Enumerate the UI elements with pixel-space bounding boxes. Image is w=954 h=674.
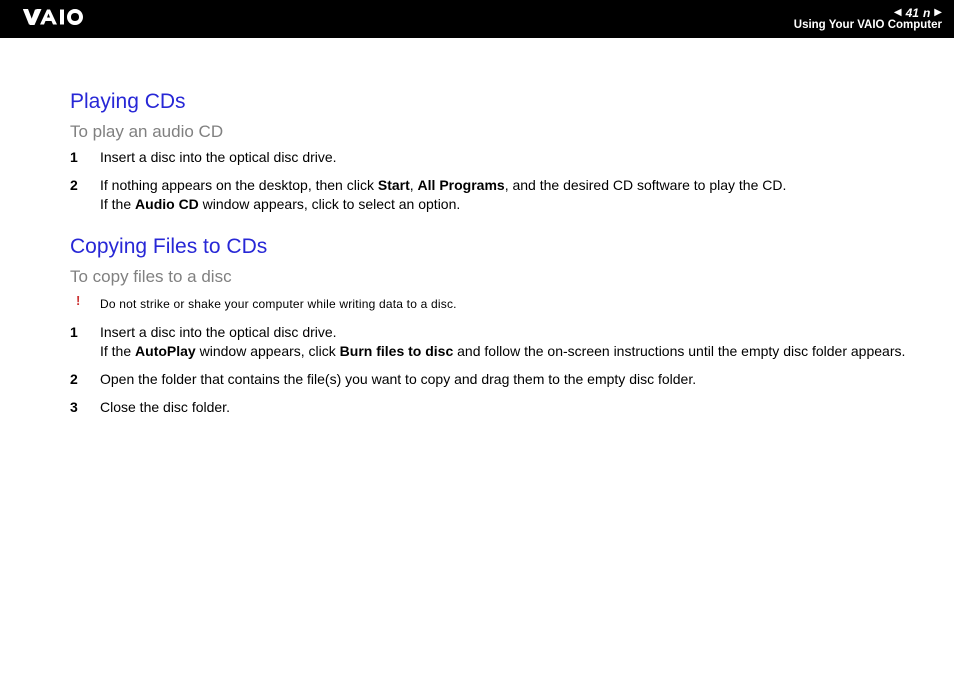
list-item: Close the disc folder. (70, 398, 930, 418)
step-text: Open the folder that contains the file(s… (100, 370, 930, 390)
header-right: ◀ 41 n ▶ Using Your VAIO Computer (794, 7, 942, 32)
step-text: Insert a disc into the optical disc driv… (100, 148, 930, 168)
vaio-logo (18, 8, 128, 31)
warning-block: ! Do not strike or shake your computer w… (70, 295, 930, 313)
nav-next-icon[interactable]: ▶ (934, 8, 942, 18)
list-item: Insert a disc into the optical disc driv… (70, 148, 930, 168)
step-text: If the AutoPlay window appears, click Bu… (100, 342, 930, 362)
step-text: If the Audio CD window appears, click to… (100, 195, 930, 215)
list-item: If nothing appears on the desktop, then … (70, 176, 930, 215)
copying-steps: Insert a disc into the optical disc driv… (70, 323, 930, 417)
content-area: Playing CDs To play an audio CD Insert a… (0, 38, 954, 417)
warning-icon: ! (76, 293, 80, 308)
subsection-title-copy: To copy files to a disc (70, 267, 930, 287)
list-item: Insert a disc into the optical disc driv… (70, 323, 930, 362)
step-text: If nothing appears on the desktop, then … (100, 176, 930, 196)
page-number: 41 (906, 7, 919, 19)
header-bar: ◀ 41 n ▶ Using Your VAIO Computer (0, 0, 954, 38)
page-nav: ◀ 41 n ▶ (894, 7, 942, 19)
section-title-playing: Playing CDs (70, 90, 930, 114)
header-subtitle: Using Your VAIO Computer (794, 20, 942, 32)
list-item: Open the folder that contains the file(s… (70, 370, 930, 390)
step-text: Close the disc folder. (100, 398, 930, 418)
n-label: n (923, 7, 930, 19)
section-title-copying: Copying Files to CDs (70, 235, 930, 259)
warning-text: Do not strike or shake your computer whi… (100, 297, 457, 311)
nav-prev-icon[interactable]: ◀ (894, 8, 902, 18)
step-text: Insert a disc into the optical disc driv… (100, 323, 930, 343)
playing-steps: Insert a disc into the optical disc driv… (70, 148, 930, 215)
subsection-title-play: To play an audio CD (70, 122, 930, 142)
